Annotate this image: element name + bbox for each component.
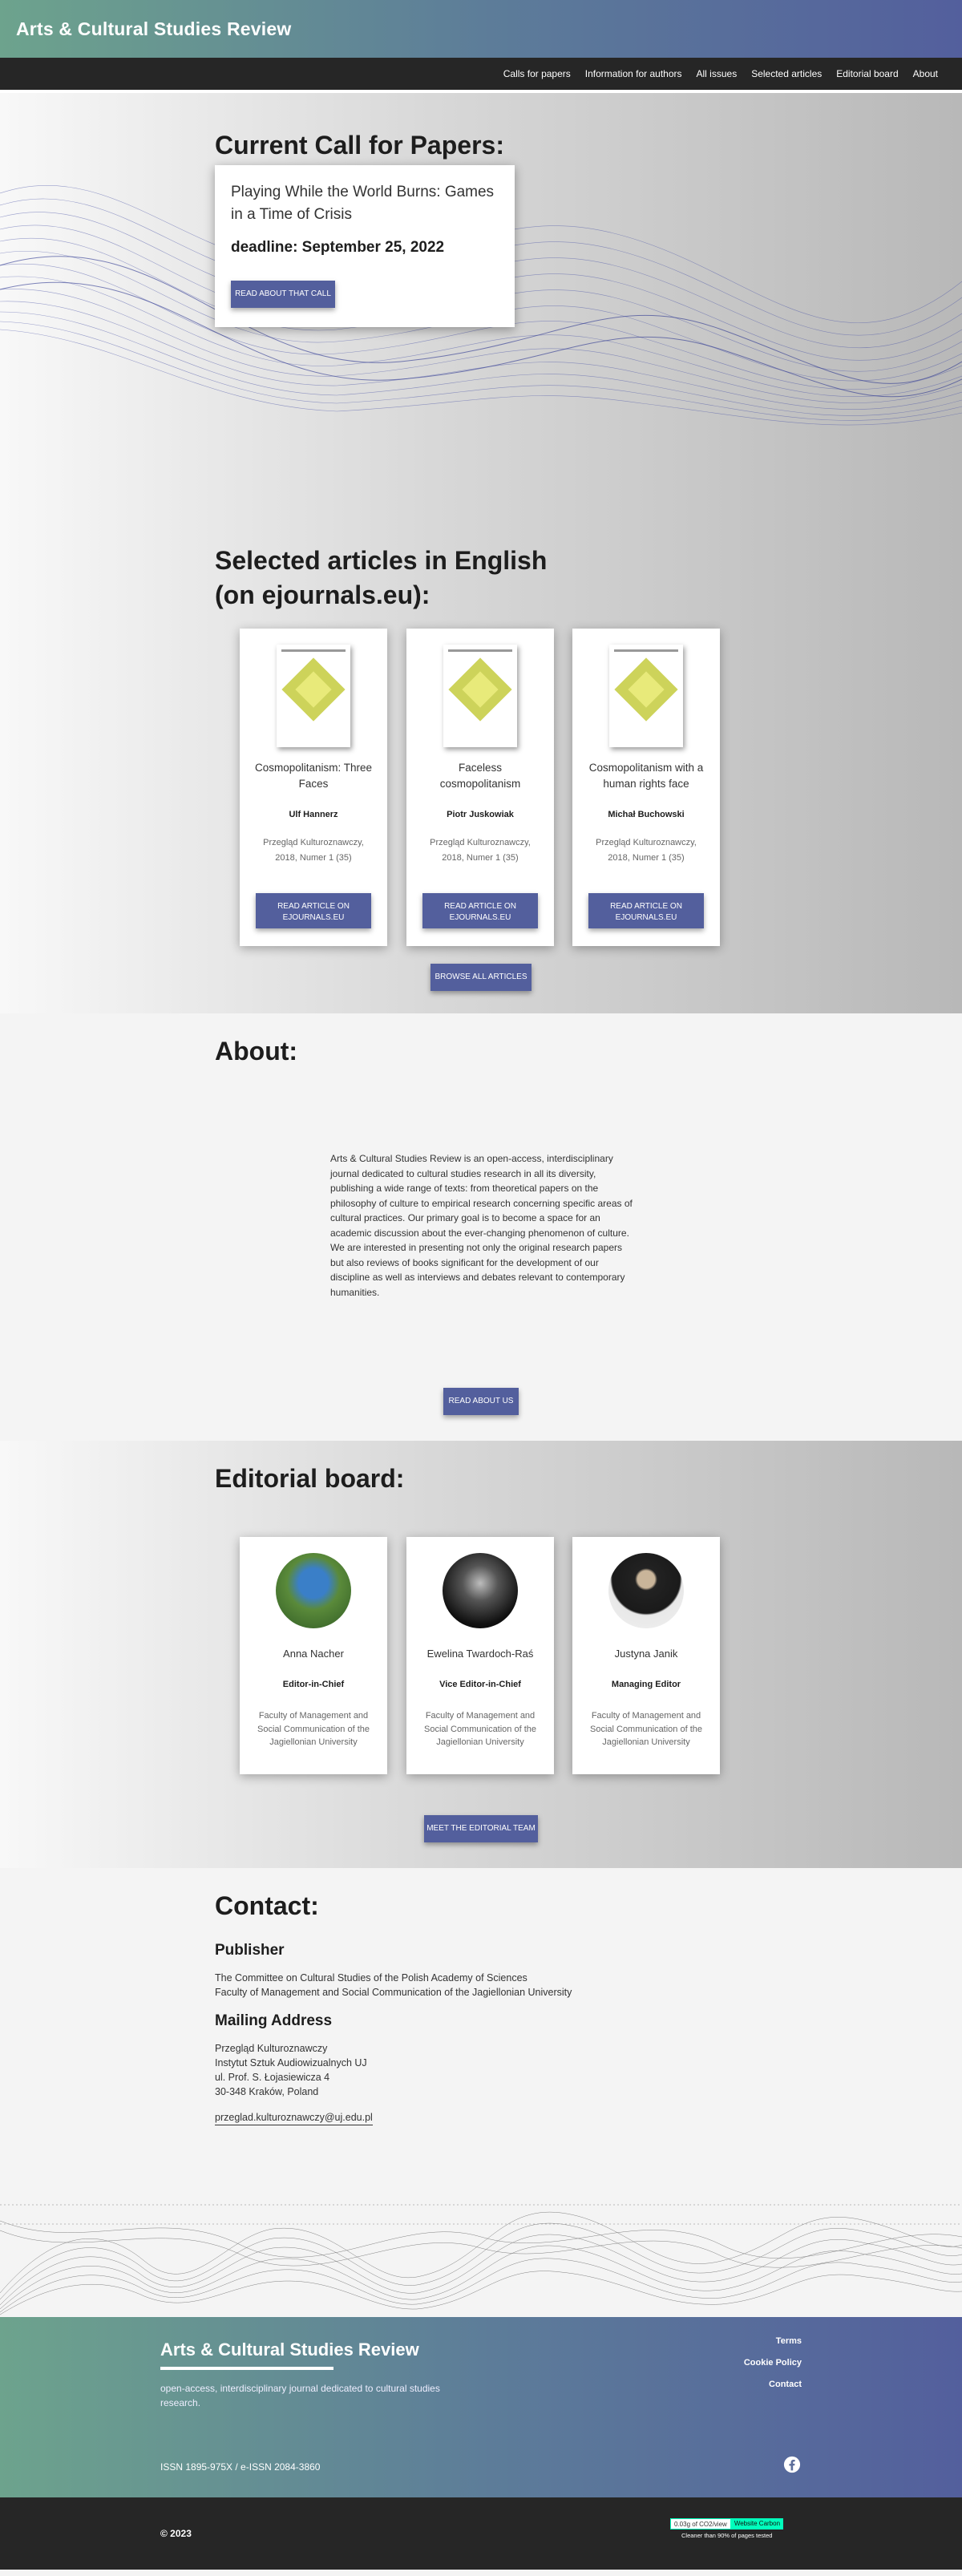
facebook-icon[interactable] bbox=[783, 2456, 801, 2473]
member-affiliation: Faculty of Management and Social Communi… bbox=[257, 1711, 370, 1747]
nav-about[interactable]: About bbox=[913, 68, 938, 79]
avatar bbox=[608, 1553, 684, 1628]
article-title: Cosmopolitanism with a human rights face bbox=[588, 762, 704, 790]
site-footer: Arts & Cultural Studies Review open-acce… bbox=[0, 2317, 962, 2497]
board-member-card: Anna Nacher Editor-in-Chief Faculty of M… bbox=[240, 1537, 387, 1774]
member-role: Managing Editor bbox=[611, 1680, 681, 1689]
meet-editorial-team-button[interactable]: MEET THE EDITORIAL TEAM bbox=[424, 1815, 538, 1842]
publisher-line: Faculty of Management and Social Communi… bbox=[215, 1987, 572, 1998]
mesh-decoration bbox=[0, 2204, 962, 2315]
board-heading: Editorial board: bbox=[215, 1464, 405, 1493]
nav-all-issues[interactable]: All issues bbox=[697, 68, 738, 79]
footer-link-terms[interactable]: Terms bbox=[776, 2336, 802, 2346]
site-title[interactable]: Arts & Cultural Studies Review bbox=[16, 18, 291, 40]
article-source: Przegląd Kulturoznawczy, 2018, Numer 1 (… bbox=[596, 838, 697, 863]
publisher-line: The Committee on Cultural Studies of the… bbox=[215, 1972, 527, 1984]
article-card: Cosmopolitanism: Three Faces Ulf Hannerz… bbox=[240, 629, 387, 946]
article-source: Przegląd Kulturoznawczy, 2018, Numer 1 (… bbox=[263, 838, 364, 863]
article-author: Piotr Juskowiak bbox=[447, 810, 514, 819]
contact-section: Contact: Publisher The Committee on Cult… bbox=[0, 1868, 962, 2317]
avatar bbox=[276, 1553, 351, 1628]
read-article-button[interactable]: READ ARTICLE ON EJOURNALS.EU bbox=[588, 893, 704, 928]
articles-heading-line1: Selected articles in English bbox=[215, 546, 548, 575]
board-member-card: Justyna Janik Managing Editor Faculty of… bbox=[572, 1537, 720, 1774]
carbon-subtext: Cleaner than 90% of pages tested bbox=[681, 2532, 773, 2539]
avatar bbox=[443, 1553, 518, 1628]
call-title: Playing While the World Burns: Games in … bbox=[231, 184, 495, 223]
article-card: Cosmopolitanism with a human rights face… bbox=[572, 629, 720, 946]
footer-tagline: open-access, interdisciplinary journal d… bbox=[160, 2383, 440, 2408]
contact-email-link[interactable]: przeglad.kulturoznawczy@uj.edu.pl bbox=[215, 2110, 373, 2125]
address-line: ul. Prof. S. Łojasiewicza 4 bbox=[215, 2072, 330, 2083]
call-heading: Current Call for Papers: bbox=[215, 131, 504, 160]
about-section: About: Arts & Cultural Studies Review is… bbox=[0, 1013, 962, 1441]
publisher-heading: Publisher bbox=[215, 1942, 285, 1959]
member-affiliation: Faculty of Management and Social Communi… bbox=[589, 1711, 702, 1747]
footer-title: Arts & Cultural Studies Review bbox=[160, 2339, 419, 2360]
footer-link-contact[interactable]: Contact bbox=[769, 2380, 802, 2389]
article-title: Faceless cosmopolitanism bbox=[439, 762, 521, 790]
article-source: Przegląd Kulturoznawczy, 2018, Numer 1 (… bbox=[430, 838, 531, 863]
contact-heading: Contact: bbox=[215, 1891, 319, 1920]
address-line: Instytut Sztuk Audiowizualnych UJ bbox=[215, 2057, 367, 2068]
address-line: 30-348 Kraków, Poland bbox=[215, 2086, 319, 2097]
call-and-articles-section: Current Call for Papers: Playing While t… bbox=[0, 93, 962, 1013]
read-article-button[interactable]: READ ARTICLE ON EJOURNALS.EU bbox=[256, 893, 371, 928]
carbon-label: Website Carbon bbox=[730, 2518, 784, 2529]
journal-cover-image bbox=[443, 645, 517, 747]
member-affiliation: Faculty of Management and Social Communi… bbox=[423, 1711, 536, 1747]
nav-selected-articles[interactable]: Selected articles bbox=[751, 68, 822, 79]
footer-link-cookie-policy[interactable]: Cookie Policy bbox=[744, 2358, 802, 2368]
member-role: Vice Editor-in-Chief bbox=[439, 1680, 521, 1689]
read-call-button[interactable]: READ ABOUT THAT CALL bbox=[231, 281, 335, 308]
nav-editorial-board[interactable]: Editorial board bbox=[836, 68, 898, 79]
site-header: Arts & Cultural Studies Review bbox=[0, 0, 962, 58]
articles-heading-line2: (on ejournals.eu): bbox=[215, 580, 430, 609]
nav-calls-for-papers[interactable]: Calls for papers bbox=[503, 68, 571, 79]
member-name: Justyna Janik bbox=[614, 1648, 678, 1660]
main-nav: Calls for papers Information for authors… bbox=[0, 58, 962, 93]
call-deadline: deadline: September 25, 2022 bbox=[231, 239, 445, 256]
carbon-value: 0.03g of CO2/view bbox=[670, 2518, 731, 2529]
member-name: Anna Nacher bbox=[283, 1648, 344, 1660]
mailing-heading: Mailing Address bbox=[215, 2012, 333, 2029]
address-line: Przegląd Kulturoznawczy bbox=[215, 2043, 328, 2054]
bottom-bar: © 2023 0.03g of CO2/view Website Carbon … bbox=[0, 2497, 962, 2570]
article-card: Faceless cosmopolitanism Piotr Juskowiak… bbox=[406, 629, 554, 946]
call-card: Playing While the World Burns: Games in … bbox=[215, 165, 515, 327]
footer-title-underline bbox=[160, 2367, 333, 2370]
about-text: Arts & Cultural Studies Review is an ope… bbox=[330, 1153, 633, 1298]
read-about-us-button[interactable]: READ ABOUT US bbox=[443, 1388, 519, 1415]
website-carbon-badge[interactable]: 0.03g of CO2/view Website Carbon bbox=[670, 2518, 784, 2529]
browse-all-articles-button[interactable]: BROWSE ALL ARTICLES bbox=[430, 964, 532, 991]
nav-information-for-authors[interactable]: Information for authors bbox=[585, 68, 682, 79]
copyright: © 2023 bbox=[160, 2528, 192, 2539]
article-title: Cosmopolitanism: Three Faces bbox=[254, 762, 373, 790]
article-author: Ulf Hannerz bbox=[289, 810, 338, 819]
about-heading: About: bbox=[215, 1037, 298, 1066]
journal-cover-image bbox=[609, 645, 683, 747]
read-article-button[interactable]: READ ARTICLE ON EJOURNALS.EU bbox=[422, 893, 538, 928]
journal-cover-image bbox=[277, 645, 350, 747]
editorial-board-section: Editorial board: Anna Nacher Editor-in-C… bbox=[0, 1441, 962, 1868]
board-member-card: Ewelina Twardoch-Raś Vice Editor-in-Chie… bbox=[406, 1537, 554, 1774]
footer-issn: ISSN 1895-975X / e-ISSN 2084-3860 bbox=[160, 2461, 321, 2473]
member-role: Editor-in-Chief bbox=[282, 1680, 345, 1689]
member-name: Ewelina Twardoch-Raś bbox=[426, 1648, 534, 1660]
article-author: Michał Buchowski bbox=[608, 810, 685, 819]
